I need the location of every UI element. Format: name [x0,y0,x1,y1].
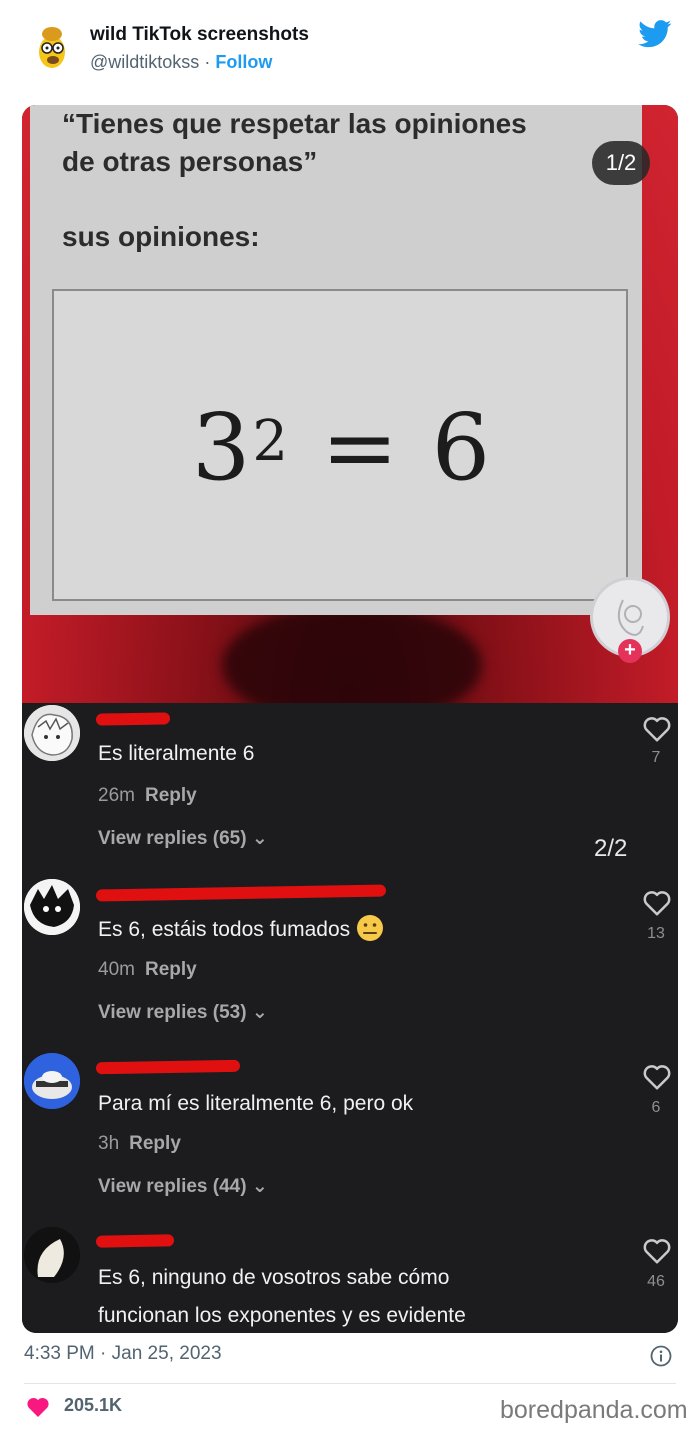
like-heart-icon[interactable] [26,1396,50,1418]
commenter-avatar[interactable] [24,1227,80,1283]
equation-box: 32 = 6 [52,289,628,601]
twitter-bird-icon[interactable] [638,20,672,48]
comment-text: Es literalmente 6 [98,742,255,765]
like-heart-icon[interactable] [642,715,672,743]
equation-rest: = 6 [290,393,493,501]
tweet-timestamp[interactable]: 4:33 PM · Jan 25, 2023 [24,1343,222,1365]
author-avatar[interactable] [30,22,80,72]
tweet-media[interactable]: “Tienes que respetar las opiniones de ot… [22,105,678,1333]
comment-time: 26m [98,785,135,806]
equation-exponent: 2 [252,408,291,474]
author-name[interactable]: wild TikTok screenshots [90,24,309,46]
comment-text-line-2: funcionan los exponentes y es evidente [98,1304,466,1327]
comment-text: Para mí es literalmente 6, pero ok [98,1092,414,1115]
commenter-avatar[interactable] [24,705,80,761]
slide-pager-2: 2/2 [594,835,628,862]
like-heart-icon[interactable] [642,1063,672,1091]
paper-sheet: “Tienes que respetar las opiniones de ot… [30,105,642,615]
like-count: 46 [647,1273,665,1290]
comment-time: 40m [98,959,135,980]
comment-meta: 40m Reply [98,959,197,981]
follow-button[interactable]: Follow [215,52,272,72]
equation: 32 = 6 [54,291,630,603]
chevron-down-icon: ⌄ [251,828,268,849]
comment-text-line-1: Es 6, ninguno de vosotros sabe cómo [98,1266,450,1289]
redacted-username [95,1234,175,1248]
view-replies-label: View replies (65) [98,828,247,849]
comment-text: Es 6, estáis todos fumados [98,918,351,941]
view-replies-button[interactable]: View replies (65) ⌄ [98,827,268,850]
view-replies-button[interactable]: View replies (44) ⌄ [98,1175,268,1198]
like-count: 13 [647,925,665,942]
like-count: 6 [651,1099,661,1116]
media-slide-1: “Tienes que respetar las opiniones de ot… [22,105,678,725]
commenter-avatar[interactable] [24,1053,80,1109]
quote-text: “Tienes que respetar las opiniones de ot… [62,105,527,181]
quote-line-2: de otras personas” [62,146,318,177]
chevron-down-icon: ⌄ [251,1002,268,1023]
comment-meta: 3h Reply [98,1133,181,1155]
redacted-username [95,1059,241,1075]
quote-line-1: “Tienes que respetar las opiniones [62,108,527,139]
reply-button[interactable]: Reply [129,1133,181,1154]
like-heart-icon[interactable] [642,889,672,917]
redacted-username [95,712,171,726]
like-heart-icon[interactable] [642,1237,672,1265]
redacted-username [95,884,387,902]
chevron-down-icon: ⌄ [251,1176,268,1197]
comments-panel: 2/2 Es literalmente 6 26m Reply View repl… [22,703,678,1333]
watermark: boredpanda.com [500,1396,688,1424]
commenter-avatar[interactable] [24,879,80,935]
author-handle-line: @wildtiktokss · Follow [90,52,272,73]
tweet-like-count: 205.1K [64,1395,123,1415]
reply-button[interactable]: Reply [145,785,197,806]
equation-base: 3 [191,393,253,501]
comment-text-wrap: Es 6, estáis todos fumados [98,911,384,949]
author-handle[interactable]: @wildtiktokss [90,52,199,72]
separator-dot: · [204,52,211,72]
opinions-label: sus opiniones: [62,221,260,252]
info-icon[interactable] [650,1345,672,1367]
view-replies-label: View replies (44) [98,1176,247,1197]
divider [24,1383,676,1384]
comment-text: Es 6, ninguno de vosotros sabe cómo func… [98,1259,466,1333]
comment-meta: 26m Reply [98,785,197,807]
neutral-face-emoji-icon [356,915,383,941]
follow-plus-icon[interactable]: + [618,639,642,663]
reply-button[interactable]: Reply [145,959,197,980]
view-replies-label: View replies (53) [98,1002,247,1023]
comment-time: 3h [98,1133,120,1154]
like-count: 7 [651,749,661,766]
slide-pager-1: 1/2 [592,141,650,185]
view-replies-button[interactable]: View replies (53) ⌄ [98,1001,268,1024]
